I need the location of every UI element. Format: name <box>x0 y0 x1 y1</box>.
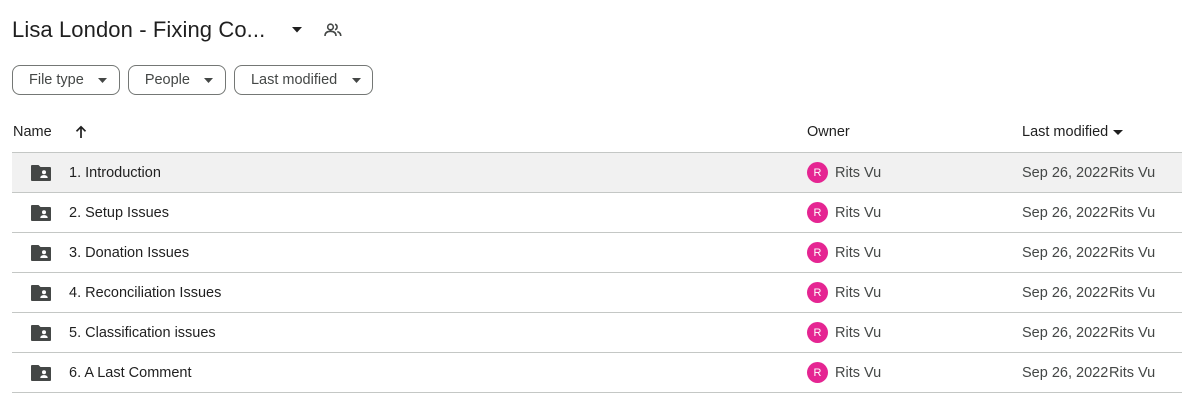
arrow-upward-icon[interactable] <box>73 123 89 141</box>
arrow-drop-down-icon[interactable] <box>285 18 309 42</box>
modified-date: Sep 26, 2022 <box>1022 365 1109 381</box>
avatar: R <box>807 322 828 343</box>
shared-folder-icon <box>31 285 51 301</box>
last-modified-column-header[interactable]: Last modified <box>1022 124 1124 140</box>
shared-folder-icon <box>31 325 51 341</box>
owner-name: Rits Vu <box>835 245 882 261</box>
shared-folder-icon <box>31 165 51 181</box>
avatar: R <box>807 242 828 263</box>
modified-by: Rits Vu <box>1109 245 1156 261</box>
page-title[interactable]: Lisa London - Fixing Co... <box>12 17 265 43</box>
modified-date: Sep 26, 2022 <box>1022 285 1109 301</box>
avatar: R <box>807 202 828 223</box>
people-filter[interactable]: People <box>127 65 226 95</box>
file-name: 2. Setup Issues <box>69 205 169 221</box>
modified-by: Rits Vu <box>1109 205 1156 221</box>
modified-date: Sep 26, 2022 <box>1022 205 1109 221</box>
arrow-drop-down-icon <box>98 75 108 85</box>
file-name: 4. Reconciliation Issues <box>69 285 222 301</box>
chip-label: People <box>144 72 190 88</box>
people-icon[interactable] <box>321 18 345 42</box>
shared-folder-icon <box>31 365 51 381</box>
modified-date: Sep 26, 2022 <box>1022 165 1109 181</box>
arrow-drop-down-icon <box>204 75 214 85</box>
file-name: 6. A Last Comment <box>69 365 192 381</box>
modified-date: Sep 26, 2022 <box>1022 245 1109 261</box>
modified-date: Sep 26, 2022 <box>1022 325 1109 341</box>
last-modified-header-label: Last modified <box>1022 124 1109 140</box>
chip-label: File type <box>29 72 84 88</box>
arrow-drop-down-icon <box>1113 127 1124 137</box>
name-column-header[interactable]: Name <box>13 124 52 140</box>
file-table: Name Owner Last modified 1. Introduction… <box>12 113 1182 393</box>
modified-by: Rits Vu <box>1109 365 1156 381</box>
filter-chips: File type People Last modified <box>12 65 374 95</box>
table-header: Name Owner Last modified <box>12 113 1182 153</box>
modified-by: Rits Vu <box>1109 285 1156 301</box>
table-row[interactable]: 2. Setup Issues R Rits Vu Sep 26, 2022 R… <box>12 193 1182 233</box>
owner-name: Rits Vu <box>835 365 882 381</box>
table-row[interactable]: 1. Introduction R Rits Vu Sep 26, 2022 R… <box>12 153 1182 193</box>
last-modified-filter[interactable]: Last modified <box>233 65 374 95</box>
table-row[interactable]: 4. Reconciliation Issues R Rits Vu Sep 2… <box>12 273 1182 313</box>
folder-header: Lisa London - Fixing Co... <box>12 10 345 50</box>
owner-name: Rits Vu <box>835 165 882 181</box>
modified-by: Rits Vu <box>1109 325 1156 341</box>
modified-by: Rits Vu <box>1109 165 1156 181</box>
table-row[interactable]: 3. Donation Issues R Rits Vu Sep 26, 202… <box>12 233 1182 273</box>
table-row[interactable]: 5. Classification issues R Rits Vu Sep 2… <box>12 313 1182 353</box>
arrow-drop-down-icon <box>351 75 361 85</box>
owner-name: Rits Vu <box>835 205 882 221</box>
shared-folder-icon <box>31 245 51 261</box>
owner-name: Rits Vu <box>835 285 882 301</box>
avatar: R <box>807 362 828 383</box>
file-name: 1. Introduction <box>69 165 161 181</box>
file-name: 3. Donation Issues <box>69 245 190 261</box>
file-name: 5. Classification issues <box>69 325 216 341</box>
table-row[interactable]: 6. A Last Comment R Rits Vu Sep 26, 2022… <box>12 353 1182 393</box>
owner-name: Rits Vu <box>835 325 882 341</box>
avatar: R <box>807 162 828 183</box>
owner-column-header[interactable]: Owner <box>807 124 850 140</box>
shared-folder-icon <box>31 205 51 221</box>
file-type-filter[interactable]: File type <box>12 65 120 95</box>
chip-label: Last modified <box>250 72 338 88</box>
avatar: R <box>807 282 828 303</box>
